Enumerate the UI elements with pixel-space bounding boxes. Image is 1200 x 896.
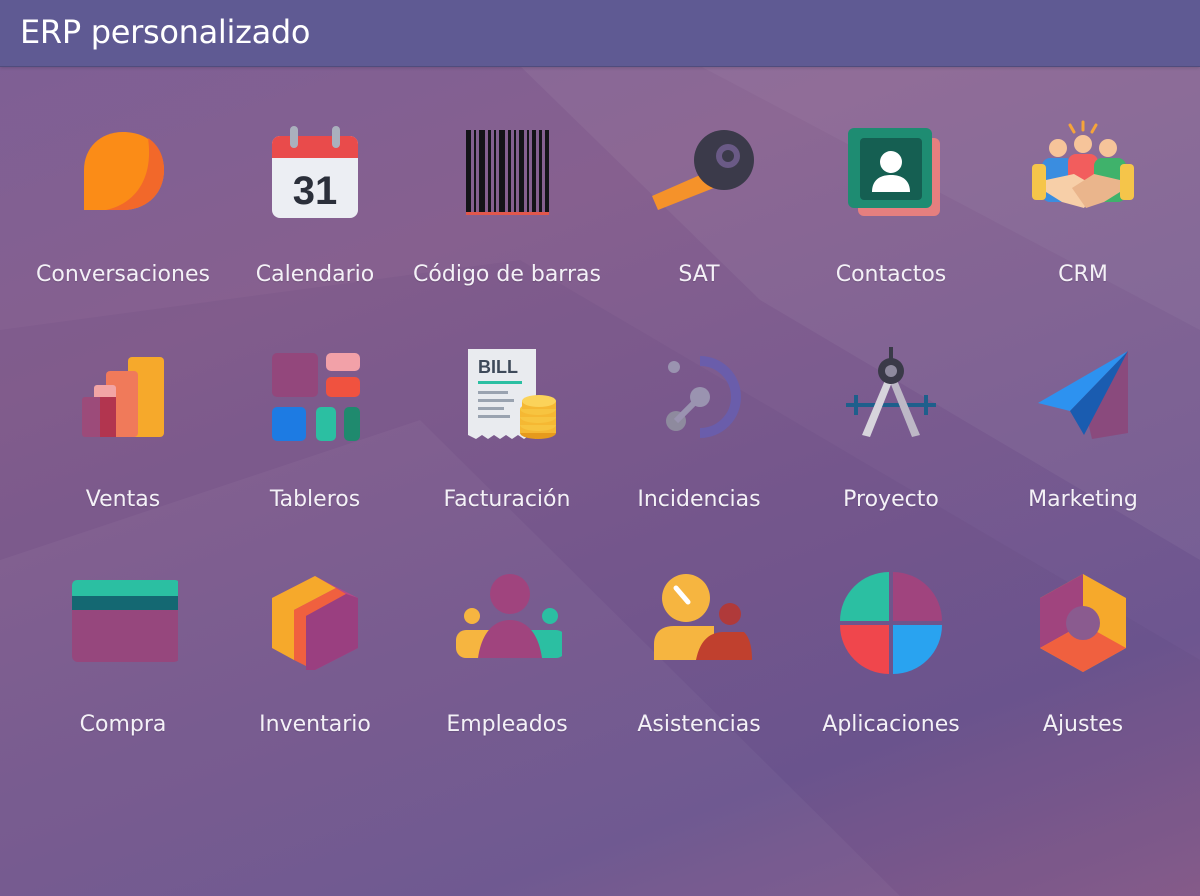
dashboard-tiles-icon [260,343,370,453]
app-marketing[interactable]: Marketing [987,335,1179,560]
app-label: Compra [79,712,167,737]
app-codigo-barras[interactable]: Código de barras [411,110,603,335]
contact-card-icon [836,118,946,228]
app-label: Contactos [835,262,947,287]
wrench-icon [644,118,754,228]
app-tableros[interactable]: Tableros [219,335,411,560]
top-bar: ERP personalizado [0,0,1200,67]
app-label: SAT [678,262,720,287]
app-label: CRM [1058,262,1108,287]
app-calendario[interactable]: 31 Calendario [219,110,411,335]
app-label: Empleados [446,712,568,737]
app-label: Marketing [1028,487,1138,512]
app-label: Código de barras [413,262,601,287]
app-label: Asistencias [637,712,761,737]
app-inventario[interactable]: Inventario [219,560,411,785]
bill-title: BILL [478,357,518,377]
helpdesk-icon [644,343,754,453]
people-icon [452,568,562,678]
app-compra[interactable]: Compra [27,560,219,785]
page-title: ERP personalizado [20,13,311,51]
chat-bubble-icon [68,118,178,228]
app-label: Ajustes [1042,712,1124,737]
app-facturacion[interactable]: BILL Facturación [411,335,603,560]
app-label: Incidencias [637,487,761,512]
app-grid: Conversaciones 31 Calendario Código de b… [27,110,1177,785]
calendar-icon: 31 [260,118,370,228]
apps-quadrant-icon [836,568,946,678]
app-incidencias[interactable]: Incidencias [603,335,795,560]
app-label: Tableros [269,487,361,512]
barcode-icon [452,118,562,228]
app-ventas[interactable]: Ventas [27,335,219,560]
app-crm[interactable]: CRM [987,110,1179,335]
compass-icon [836,343,946,453]
app-proyecto[interactable]: Proyecto [795,335,987,560]
app-conversaciones[interactable]: Conversaciones [27,110,219,335]
app-contactos[interactable]: Contactos [795,110,987,335]
app-label: Ventas [85,487,161,512]
app-empleados[interactable]: Empleados [411,560,603,785]
attendance-icon [644,568,754,678]
app-label: Aplicaciones [822,712,960,737]
credit-card-icon [68,568,178,678]
app-label: Conversaciones [36,262,210,287]
bar-chart-icon [68,343,178,453]
app-label: Facturación [443,487,571,512]
app-sat[interactable]: SAT [603,110,795,335]
app-label: Proyecto [843,487,939,512]
handshake-icon [1028,118,1138,228]
box-icon [260,568,370,678]
app-label: Inventario [259,712,371,737]
bill-icon: BILL [452,343,562,453]
calendar-day-number: 31 [293,169,338,213]
app-ajustes[interactable]: Ajustes [987,560,1179,785]
app-aplicaciones[interactable]: Aplicaciones [795,560,987,785]
paper-plane-icon [1028,343,1138,453]
app-asistencias[interactable]: Asistencias [603,560,795,785]
settings-hexagon-icon [1028,568,1138,678]
app-label: Calendario [255,262,375,287]
